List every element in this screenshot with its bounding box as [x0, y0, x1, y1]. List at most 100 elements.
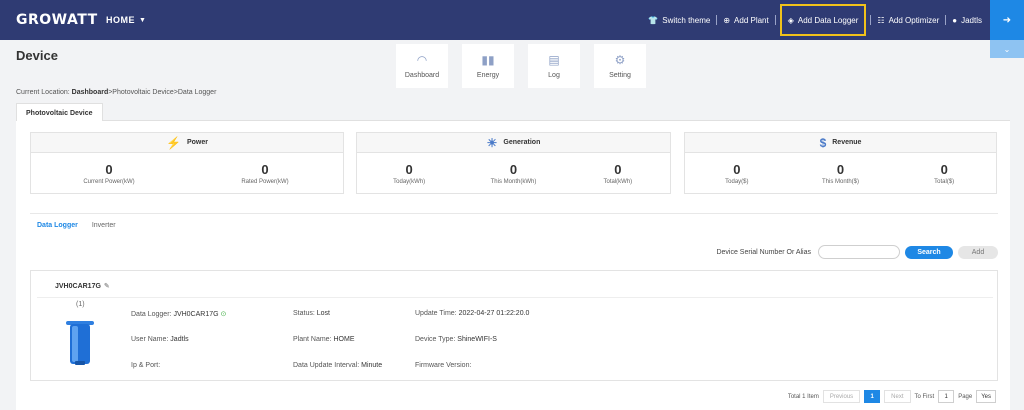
add-plant-link[interactable]: ⊕ Add Plant	[717, 0, 774, 40]
search-input[interactable]	[818, 245, 900, 259]
revenue-card: $ Revenue 0 Today($) 0 This Month($) 0 T…	[684, 132, 997, 194]
main-panel: ⚡ Power 0 Current Power(kW) 0 Rated Powe…	[16, 121, 1010, 410]
search-button[interactable]: Search	[905, 245, 953, 259]
generation-icon: ☀	[486, 135, 498, 150]
data-logger-field: Data Logger: JVH0CAR17G ⊙	[131, 310, 226, 318]
previous-button[interactable]: Previous	[822, 390, 861, 403]
rated-power-label: Rated Power(kW)	[241, 178, 289, 185]
generation-title: Generation	[503, 139, 541, 146]
section-divider	[30, 213, 998, 214]
current-power-value: 0	[105, 161, 113, 177]
plus-circle-icon: ⊕	[723, 15, 731, 25]
rev-today-label: Today($)	[725, 178, 749, 185]
status-value: Lost	[316, 310, 330, 317]
total-items: Total 1 Item	[787, 393, 819, 400]
gen-total-label: Total(kWh)	[603, 178, 633, 185]
tab-data-logger[interactable]: Data Logger	[37, 222, 78, 229]
tool-setting[interactable]: ⚙ Setting	[594, 44, 646, 88]
tab-inverter[interactable]: Inverter	[92, 222, 116, 229]
go-button[interactable]: Yes	[976, 390, 996, 403]
device-name: JVH0CAR17G ✎	[55, 282, 110, 290]
update-interval-field: Data Update Interval: Minute	[293, 362, 382, 369]
device-type-value: ShineWIFI-S	[457, 336, 497, 343]
gen-today-label: Today(kWh)	[393, 178, 426, 185]
tag-icon: ◈	[787, 15, 794, 25]
breadcrumb-dashboard[interactable]: Dashboard	[72, 89, 109, 96]
edit-icon[interactable]: ✎	[104, 283, 110, 290]
tool-tabs: ◠ Dashboard ▮▮ Energy ▤ Log ⚙ Setting	[396, 44, 646, 88]
chevron-down-icon: ⌄	[1003, 44, 1011, 54]
update-interval-label: Data Update Interval:	[293, 362, 360, 369]
caret-down-icon: ▼	[139, 16, 147, 24]
status-field: Status: Lost	[293, 310, 330, 317]
device-card-divider	[37, 297, 993, 298]
switch-theme-link[interactable]: 👕 Switch theme	[642, 0, 716, 40]
stat-cell: 0 Rated Power(kW)	[187, 162, 343, 185]
stat-cell: 0 Total(kWh)	[566, 161, 670, 185]
tool-energy[interactable]: ▮▮ Energy	[462, 44, 514, 88]
search-label: Device Serial Number Or Alias	[716, 248, 811, 256]
tab-photovoltaic-device[interactable]: Photovoltaic Device	[16, 103, 103, 123]
switch-theme-label: Switch theme	[662, 15, 711, 25]
data-logger-value: JVH0CAR17G	[173, 311, 219, 318]
update-time-value: 2022-04-27 01:22:20.0	[458, 310, 530, 317]
tool-setting-label: Setting	[609, 71, 631, 79]
firmware-label: Firmware Version:	[415, 362, 472, 369]
stat-cell: 0 Total($)	[892, 161, 996, 185]
add-optimizer-link[interactable]: ☷ Add Optimizer	[871, 0, 945, 40]
home-menu[interactable]: HOME ▼	[106, 15, 146, 25]
page-1-button[interactable]: 1	[864, 390, 881, 403]
logout-icon: ➜	[1002, 14, 1012, 26]
rev-month-label: This Month($)	[822, 178, 860, 185]
revenue-title: Revenue	[832, 139, 862, 146]
firmware-field: Firmware Version:	[415, 362, 471, 369]
gen-today-value: 0	[405, 161, 413, 177]
device-type-field: Device Type: ShineWIFI-S	[415, 336, 497, 343]
page-number-input[interactable]: 1	[938, 390, 955, 403]
rev-total-label: Total($)	[934, 178, 955, 185]
tool-dashboard[interactable]: ◠ Dashboard	[396, 44, 448, 88]
tool-log[interactable]: ▤ Log	[528, 44, 580, 88]
growatt-logo[interactable]: GROWATT	[16, 12, 98, 28]
generation-card-body: 0 Today(kWh) 0 This Month(kWh) 0 Total(k…	[357, 153, 670, 194]
next-button[interactable]: Next	[884, 390, 911, 403]
add-button[interactable]: Add	[958, 245, 998, 259]
home-label: HOME	[106, 15, 135, 25]
rev-month-value: 0	[836, 161, 845, 177]
breadcrumb: Current Location: Dashboard>Photovoltaic…	[16, 89, 216, 96]
rev-today-value: 0	[733, 161, 741, 177]
logout-button[interactable]: ➜	[990, 0, 1024, 40]
log-icon: ▤	[548, 52, 560, 67]
breadcrumb-prefix: Current Location:	[16, 89, 70, 96]
user-name-value: Jadtls	[170, 336, 189, 343]
tool-log-label: Log	[548, 71, 560, 79]
device-count: (1)	[76, 301, 85, 308]
plant-name-field: Plant Name: HOME	[293, 336, 354, 343]
user-name-field: User Name: Jadtls	[131, 336, 189, 343]
update-time-label: Update Time:	[415, 310, 457, 317]
tool-dashboard-label: Dashboard	[404, 71, 440, 79]
to-first-label: To First	[914, 393, 935, 400]
power-icon: ⚡	[166, 135, 181, 150]
gen-total-value: 0	[614, 161, 622, 177]
device-card: JVH0CAR17G ✎ (1) Data Logger: JVH0CAR17G …	[30, 270, 998, 381]
user-menu[interactable]: ● Jadtls	[946, 0, 988, 40]
ip-port-field: Ip & Port:	[131, 362, 160, 369]
add-optimizer-label: Add Optimizer	[888, 15, 940, 25]
device-type-label: Device Type:	[415, 336, 456, 343]
shirt-icon: 👕	[648, 15, 659, 25]
stat-cell: 0 Today(kWh)	[357, 161, 461, 185]
revenue-icon: $	[819, 135, 827, 150]
revenue-card-body: 0 Today($) 0 This Month($) 0 Total($)	[685, 153, 996, 194]
search-bar: Device Serial Number Or Alias Search Add	[716, 245, 998, 259]
pagination: Total 1 Item Previous 1 Next To First 1 …	[788, 390, 996, 403]
rev-total-value: 0	[940, 161, 948, 177]
ip-port-label: Ip & Port:	[131, 362, 161, 369]
device-name-text: JVH0CAR17G	[55, 283, 101, 290]
revenue-card-header: $ Revenue	[685, 133, 996, 153]
add-data-logger-link[interactable]: ◈ Add Data Logger	[776, 0, 871, 40]
collapse-button[interactable]: ⌄	[990, 40, 1024, 58]
bar-chart-icon: ▮▮	[481, 52, 495, 67]
power-title: Power	[186, 139, 208, 146]
top-nav: GROWATT HOME ▼ 👕 Switch theme ⊕ Add Plan…	[0, 0, 1024, 40]
